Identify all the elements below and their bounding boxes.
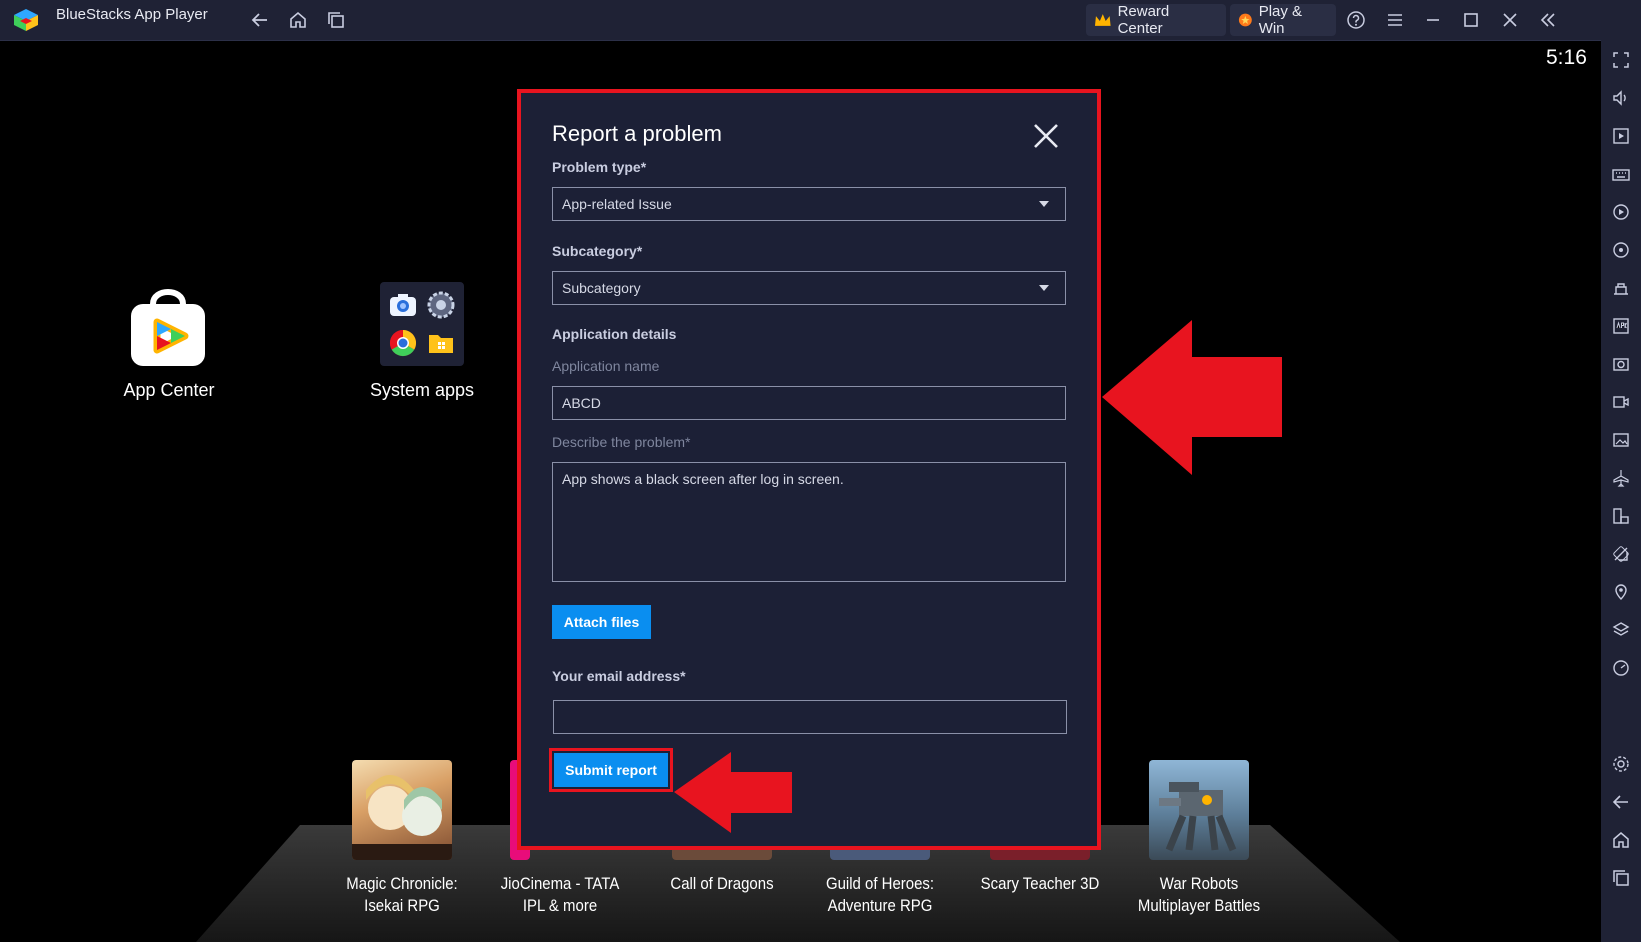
game-label-magic-chronicle: Magic Chronicle: Isekai RPG — [332, 873, 473, 917]
application-name-input[interactable]: ABCD — [552, 386, 1066, 420]
system-apps-folder[interactable] — [380, 282, 464, 366]
application-name-value: ABCD — [562, 395, 601, 411]
screen-record-icon[interactable] — [1611, 126, 1631, 146]
apk-install-icon[interactable] — [1611, 316, 1631, 336]
settings-icon[interactable] — [1611, 754, 1631, 774]
game-title-line-1: Scary Teacher 3D — [980, 874, 1100, 893]
fullscreen-icon[interactable] — [1611, 50, 1631, 70]
dialog-title: Report a problem — [552, 121, 722, 146]
close-window-icon[interactable] — [1500, 10, 1520, 30]
close-icon[interactable] — [1031, 121, 1061, 151]
game-tile-magic-chronicle[interactable] — [352, 760, 452, 860]
large-arrow-icon — [1102, 320, 1282, 475]
application-name-label: Application name — [552, 358, 660, 374]
video-record-icon[interactable] — [1611, 392, 1631, 412]
airplane-icon[interactable] — [1611, 468, 1631, 488]
app-center-label[interactable]: App Center — [89, 380, 249, 401]
dropdown-caret-icon — [1039, 285, 1049, 291]
keyboard-icon[interactable] — [1611, 164, 1631, 184]
macro-icon[interactable] — [1611, 202, 1631, 222]
maximize-icon[interactable] — [1461, 10, 1481, 30]
game-title-line-2: Multiplayer Battles — [1137, 896, 1261, 915]
game-label-guild-of-heroes: Guild of Heroes: Adventure RPG — [810, 873, 951, 917]
game-tile-war-robots[interactable] — [1149, 760, 1249, 860]
subcategory-select[interactable]: Subcategory — [552, 271, 1066, 305]
game-title-line-1: JioCinema - TATA — [500, 874, 620, 893]
screenshot-icon[interactable] — [1611, 354, 1631, 374]
resize-icon[interactable] — [1611, 506, 1631, 526]
eco-mode-icon[interactable] — [1611, 544, 1631, 564]
volume-icon[interactable] — [1611, 88, 1631, 108]
game-label-war-robots: War Robots Multiplayer Battles — [1129, 873, 1270, 917]
problem-type-select[interactable]: App-related Issue — [552, 187, 1066, 221]
reward-center-button[interactable]: Reward Center — [1086, 3, 1226, 37]
email-label: Your email address* — [552, 668, 686, 684]
android-recents-icon[interactable] — [1611, 868, 1631, 888]
reward-center-label: Reward Center — [1117, 3, 1170, 37]
game-title-line-1: Call of Dragons — [670, 874, 774, 893]
subcategory-label: Subcategory* — [552, 243, 643, 259]
crown-icon — [1094, 14, 1111, 26]
status-clock: 5:16 — [1546, 46, 1587, 69]
game-title-line-2: Isekai RPG — [364, 896, 440, 915]
game-label-jiocinema: JioCinema - TATA IPL & more — [490, 873, 631, 917]
rotate-icon[interactable] — [1611, 240, 1631, 260]
game-title-line-2: IPL & more — [522, 896, 598, 915]
location-icon[interactable] — [1611, 582, 1631, 602]
game-title-line-1: Guild of Heroes: — [825, 874, 935, 893]
android-back-icon[interactable] — [1611, 792, 1631, 812]
chrome-icon — [389, 329, 417, 357]
game-title-line-1: War Robots — [1159, 874, 1239, 893]
submit-report-button[interactable]: Submit report — [554, 753, 668, 787]
game-title-line-2: Adventure RPG — [827, 896, 933, 915]
coin-icon — [1238, 13, 1252, 27]
email-input[interactable] — [553, 700, 1067, 734]
media-manager-icon[interactable] — [1611, 430, 1631, 450]
android-home-icon[interactable] — [1611, 830, 1631, 850]
problem-type-label: Problem type* — [552, 159, 647, 175]
recent-apps-icon[interactable] — [326, 10, 346, 30]
dialog-highlight-frame: Report a problem Problem type* App-relat… — [517, 89, 1101, 850]
report-problem-dialog: Report a problem Problem type* App-relat… — [521, 93, 1097, 846]
minimize-icon[interactable] — [1423, 10, 1443, 30]
bluestacks-logo-icon — [14, 9, 38, 31]
back-icon[interactable] — [250, 10, 270, 30]
small-arrow-icon — [674, 752, 792, 833]
collapse-sidebar-icon[interactable] — [1538, 10, 1558, 30]
application-details-heading: Application details — [552, 326, 677, 342]
game-title-line-1: Magic Chronicle: — [346, 874, 458, 893]
play-win-button[interactable]: Play & Win — [1230, 3, 1336, 37]
dropdown-caret-icon — [1039, 201, 1049, 207]
layers-icon[interactable] — [1611, 620, 1631, 640]
war-robots-art-icon — [1159, 782, 1237, 852]
right-sidebar — [1601, 40, 1641, 942]
camera-icon — [390, 294, 416, 316]
problem-type-value: App-related Issue — [562, 196, 672, 212]
describe-problem-textarea[interactable]: App shows a black screen after log in sc… — [552, 462, 1066, 582]
magic-chronicle-art-icon — [352, 775, 452, 860]
attach-files-button[interactable]: Attach files — [552, 605, 651, 639]
app-center-icon[interactable] — [127, 282, 209, 368]
settings-app-icon — [427, 291, 455, 319]
help-icon[interactable] — [1346, 10, 1366, 30]
multi-instance-icon[interactable] — [1611, 278, 1631, 298]
system-apps-label[interactable]: System apps — [342, 380, 502, 401]
describe-problem-value: App shows a black screen after log in sc… — [562, 471, 844, 487]
menu-icon[interactable] — [1385, 10, 1405, 30]
subcategory-value: Subcategory — [562, 280, 641, 296]
file-manager-icon — [429, 335, 453, 353]
game-label-call-of-dragons: Call of Dragons — [652, 873, 793, 895]
app-title: BlueStacks App Player — [56, 6, 208, 23]
play-win-label: Play & Win — [1258, 3, 1303, 37]
title-bar: BlueStacks App Player Reward Center Play… — [0, 0, 1641, 41]
describe-problem-label: Describe the problem* — [552, 434, 691, 450]
game-label-scary-teacher: Scary Teacher 3D — [970, 873, 1111, 895]
home-icon[interactable] — [288, 10, 308, 30]
performance-icon[interactable] — [1611, 658, 1631, 678]
